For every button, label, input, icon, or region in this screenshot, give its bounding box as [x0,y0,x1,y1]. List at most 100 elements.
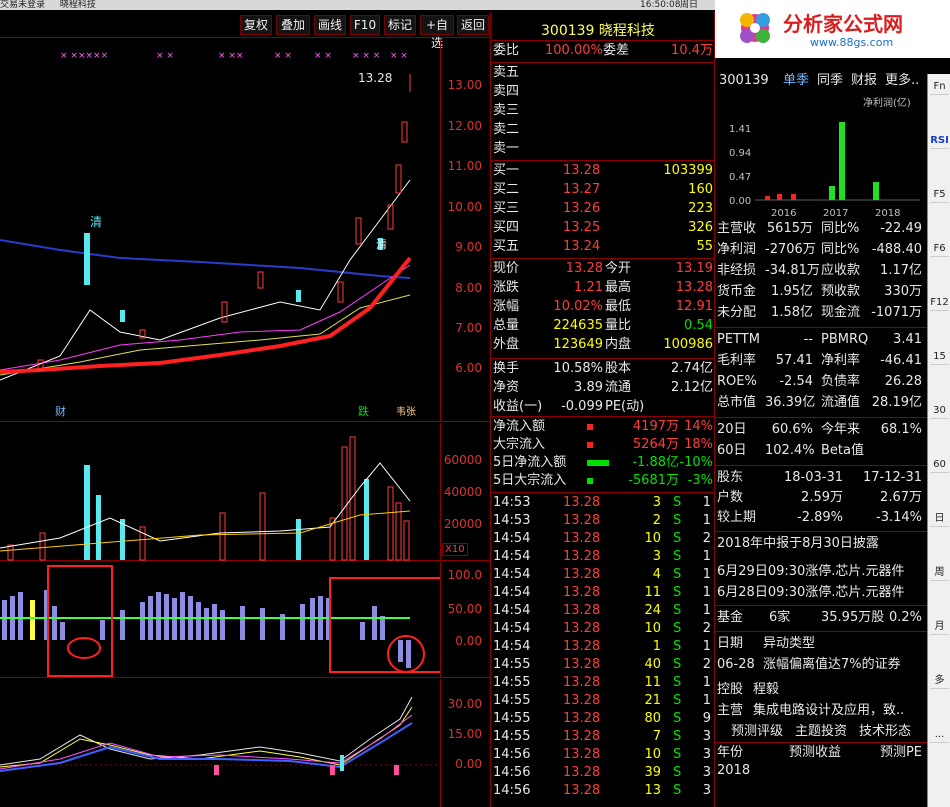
watermark-logo: 分析家公式网 www.88gs.com [715,0,950,58]
stat-row: 净资 3.89 流通 2.12亿 [493,380,713,395]
tab-more[interactable]: 更多.. [885,72,919,90]
tick-row: 14:54 13.28 10 S 2 [493,531,711,546]
tick-row: 14:54 13.28 4 S 1 [493,567,711,582]
finance-panel: 300139 单季 同季 财报 更多.. 净利润(亿) 1.41 0.94 0.… [715,60,950,807]
tick-row: 14:55 13.28 11 S 1 [493,675,711,690]
fin-row: 主营收 5615万 同比% -22.49 [717,221,922,236]
kline-mark: × × [274,51,292,61]
svg-text:清: 清 [376,238,387,251]
axis-tick: 0.00 [455,634,482,648]
stock-header: 300139 晓程科技 [541,23,655,39]
tick-row: 14:54 13.28 11 S 1 [493,585,711,600]
ask-row: 卖四 [493,84,520,99]
draw-line-button[interactable]: 画线 [314,15,346,35]
tab-report[interactable]: 财报 [851,72,877,90]
indicator-panel-2[interactable]: 30.00 15.00 0.00 [0,679,490,807]
axis-tick: 20000 [443,517,482,531]
side-button[interactable]: 60 [930,456,949,473]
tick-row: 14:53 13.28 3 S 1 [493,495,711,510]
forecast-year: 2018 [717,763,751,778]
kline-mark: × × × [352,51,380,61]
flow-row: 大宗流入 5264万 18% [493,437,713,452]
tick-row: 14:54 13.28 10 S 2 [493,621,711,636]
fin-row: 60日 102.4% Beta值 [717,443,864,458]
axis-tick: 60000 [443,453,482,467]
stat-row: 涨幅 10.02% 最低 12.91 [493,299,713,314]
flow-row: 5日大宗流入 -5681万 -3% [493,473,713,488]
side-button[interactable]: ... [930,726,949,743]
indicator-panel-1[interactable]: 100.0 50.00 0.00 [0,562,490,678]
mark-button[interactable]: 标记 [384,15,416,35]
stat-row: 总量 224635 量比 0.54 [493,318,713,333]
tick-row: 14:54 13.28 24 S 1 [493,603,711,618]
stat-row: 涨跌 1.21 最高 13.28 [493,280,713,295]
die-label: 跌 [358,404,369,418]
fund-row: 基金 6家 35.95万股 0.2% [717,610,922,625]
tick-row: 14:54 13.28 1 S 1 [493,639,711,654]
axis-tick: 7.00 [455,321,482,335]
kline-mark: × × [390,51,408,61]
news-item[interactable]: 6月28日09:30涨停.芯片.元器件 [717,584,905,602]
side-button[interactable]: 30 [930,402,949,419]
axis-tick: 11.00 [447,159,482,173]
svg-text:2018: 2018 [875,208,900,219]
svg-text:净利润(亿): 净利润(亿) [863,96,911,109]
tick-row: 14:54 13.28 3 S 1 [493,549,711,564]
ask-row: 卖五 [493,65,520,80]
cai-label: 财 [55,404,66,418]
side-button[interactable]: F6 [930,240,949,257]
stat-row: 现价 13.28 今开 13.19 [493,261,713,276]
side-button[interactable]: 周 [930,564,949,581]
side-button[interactable]: Fn [930,78,949,95]
svg-text:0.00: 0.00 [729,196,751,207]
svg-text:2017: 2017 [823,208,848,219]
side-button[interactable]: 月 [930,618,949,635]
news-item[interactable]: 2018年中报于8月30日披露 [717,535,879,553]
add-watchlist-button[interactable]: +自选 [420,15,454,50]
tab-same-quarter[interactable]: 同季 [817,72,843,90]
f10-button[interactable]: F10 [350,15,380,35]
qing-label: 清 [90,215,102,229]
volume-unit: X10 [442,543,468,556]
net-profit-chart: 净利润(亿) 1.41 0.94 0.47 0.00 2016 2017 201… [729,96,920,219]
back-button[interactable]: 返回 [457,15,489,35]
side-button[interactable]: F5 [930,186,949,203]
fin-row: 货币金 1.95亿 预收款 330万 [717,284,922,299]
flow-row: 5日净流入额 -1.88亿 -10% [493,455,713,470]
side-button[interactable]: RSI [930,132,949,149]
logo-url: www.88gs.com [810,36,894,49]
foot-tabs: 预测评级 主题投资 技术形态 [717,723,922,741]
clock: 16:50:08 [640,0,681,10]
window-title: 晓程科技 [59,0,96,10]
bid-row: 买四 13.25 326 [493,220,713,235]
side-button[interactable]: 多 [930,672,949,689]
tick-row: 14:53 13.28 2 S 1 [493,513,711,528]
axis-tick: 6.00 [455,361,482,375]
quote-panel: 300139 晓程科技 委比 100.00% 委差 10.4万 卖五 卖四 卖三… [490,12,715,807]
foot-tab[interactable]: 技术形态 [859,723,911,741]
fin-row: 总市值 36.39亿 流通值 28.19亿 [717,395,922,410]
indicator1-bars [0,565,440,677]
tab-quarter[interactable]: 单季 [783,72,809,90]
fin-row: 未分配 1.58亿 现金流 -1071万 [717,305,922,320]
side-button[interactable]: F12 [930,294,949,311]
weekday: 周日 [680,0,699,10]
bid-row: 买三 13.26 223 [493,201,713,216]
side-button[interactable]: 15 [930,348,949,365]
holder-row: 较上期 -2.89% -3.14% [717,510,922,525]
kline-mark: × ×× [218,51,243,61]
fin-row: 非经损 -34.81万 应收款 1.17亿 [717,263,922,278]
overlay-button[interactable]: 叠加 [276,15,310,35]
foot-tab[interactable]: 主题投资 [795,723,847,741]
fuquan-button[interactable]: 复权 [240,15,272,35]
candlestick-chart[interactable]: × ××××× × × × ×× × × × × × × × × × 清 清 财… [0,40,490,422]
axis-tick: 10.00 [447,200,482,214]
bid-row: 买五 13.24 55 [493,239,713,254]
axis-tick: 100.0 [447,568,482,582]
foot-tab[interactable]: 预测评级 [731,723,783,741]
side-button[interactable]: 日 [930,510,949,527]
flow-row: 净流入额 4197万 14% [493,419,713,434]
logo-text: 分析家公式网 [783,12,903,36]
volume-chart[interactable]: 60000 40000 20000 X10 [0,423,490,561]
news-item[interactable]: 6月29日09:30涨停.芯片.元器件 [717,563,905,581]
